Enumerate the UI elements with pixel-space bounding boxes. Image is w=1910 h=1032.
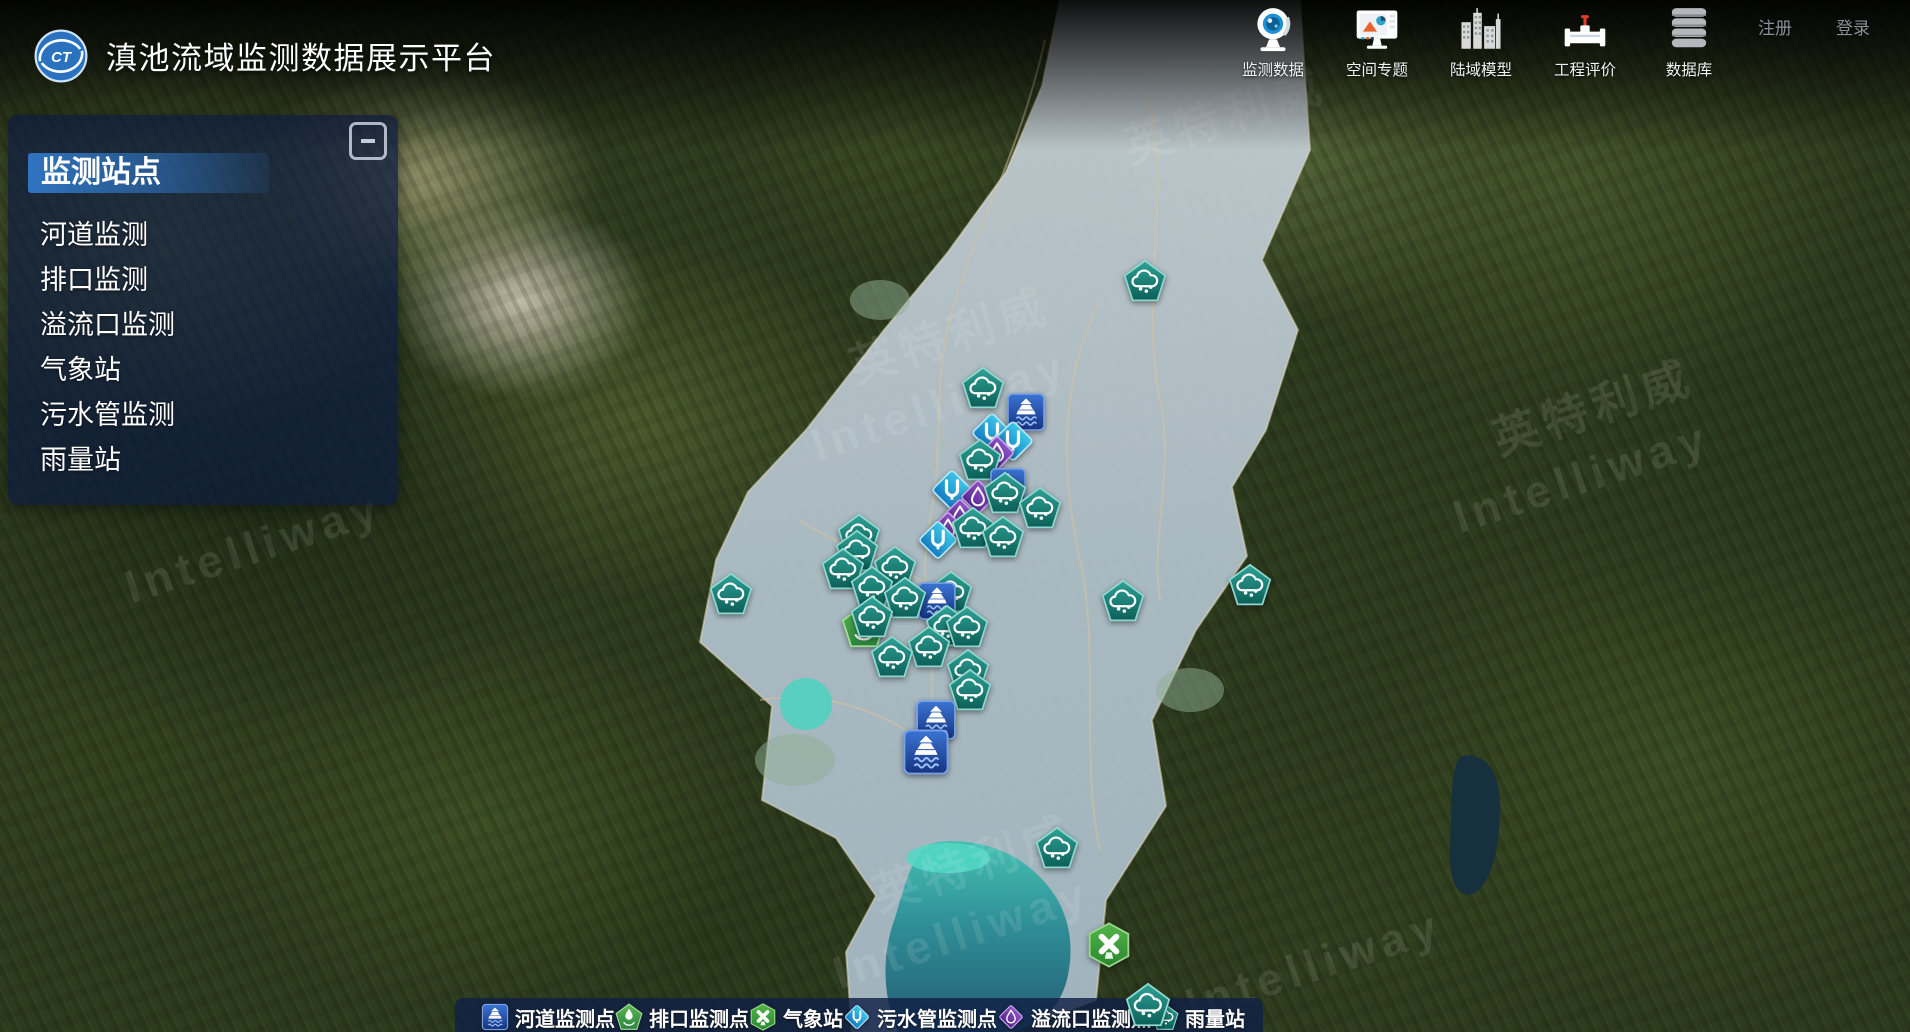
monitor-icon — [1352, 5, 1402, 55]
page-title: 滇池流域监测数据展示平台 — [106, 33, 496, 78]
monitoring-stations-panel: 监测站点 河道监测排口监测溢流口监测气象站污水管监测雨量站 — [8, 115, 398, 505]
rain-marker[interactable] — [1035, 826, 1079, 870]
nav-monitoring-data[interactable]: 监测数据 — [1230, 5, 1316, 80]
top-nav: 监测数据 空间专题 — [1230, 5, 1732, 80]
river-marker[interactable] — [902, 728, 950, 776]
database-icon — [1664, 5, 1714, 55]
app-window: 英特利威Intelliway英特利威Intelliway英特利威Intelliw… — [0, 0, 1910, 1032]
weather-marker[interactable] — [1086, 922, 1132, 968]
minus-icon — [361, 139, 375, 143]
rain-marker[interactable] — [945, 605, 989, 649]
sidebar-item-weather[interactable]: 气象站 — [40, 348, 398, 393]
webcam-icon — [1248, 5, 1298, 55]
nav-land-model[interactable]: 陆域模型 — [1438, 5, 1524, 80]
rain-marker[interactable] — [850, 595, 894, 639]
nav-spatial-topics[interactable]: 空间专题 — [1334, 5, 1420, 80]
sidebar-item-outlet[interactable]: 排口监测 — [40, 258, 398, 303]
register-link[interactable]: 注册 — [1758, 14, 1792, 39]
sidebar-item-rain[interactable]: 雨量站 — [40, 438, 398, 483]
nav-label: 空间专题 — [1346, 58, 1408, 80]
rain-marker[interactable] — [961, 366, 1005, 410]
rain-marker[interactable] — [1125, 982, 1171, 1028]
login-link[interactable]: 登录 — [1836, 14, 1870, 39]
buildings-icon — [1456, 5, 1506, 55]
rain-marker[interactable] — [1123, 259, 1167, 303]
nav-label: 陆域模型 — [1450, 58, 1512, 80]
sidebar-item-river[interactable]: 河道监测 — [40, 213, 398, 258]
header-bar: CT 滇池流域监测数据展示平台 监测数据 — [0, 0, 1910, 96]
nav-label: 监测数据 — [1242, 58, 1304, 80]
panel-title: 监测站点 — [28, 153, 269, 193]
panel-collapse-button[interactable] — [349, 122, 387, 160]
nav-label: 数据库 — [1666, 58, 1713, 80]
valve-icon — [1560, 5, 1610, 55]
rain-marker[interactable] — [870, 635, 914, 679]
svg-text:CT: CT — [51, 50, 73, 66]
sidebar-item-sewage[interactable]: 污水管监测 — [40, 393, 398, 438]
rain-marker[interactable] — [1101, 579, 1145, 623]
sidebar-item-overflow[interactable]: 溢流口监测 — [40, 303, 398, 348]
rain-marker[interactable] — [981, 515, 1025, 559]
nav-label: 工程评价 — [1554, 58, 1616, 80]
sidebar-menu: 河道监测排口监测溢流口监测气象站污水管监测雨量站 — [8, 213, 398, 483]
nav-project-evaluation[interactable]: 工程评价 — [1542, 5, 1628, 80]
rain-marker[interactable] — [709, 572, 753, 616]
logo: CT — [33, 28, 89, 84]
auth-links: 注册 登录 — [1758, 14, 1870, 39]
rain-marker[interactable] — [1228, 563, 1272, 607]
nav-database[interactable]: 数据库 — [1646, 5, 1732, 80]
